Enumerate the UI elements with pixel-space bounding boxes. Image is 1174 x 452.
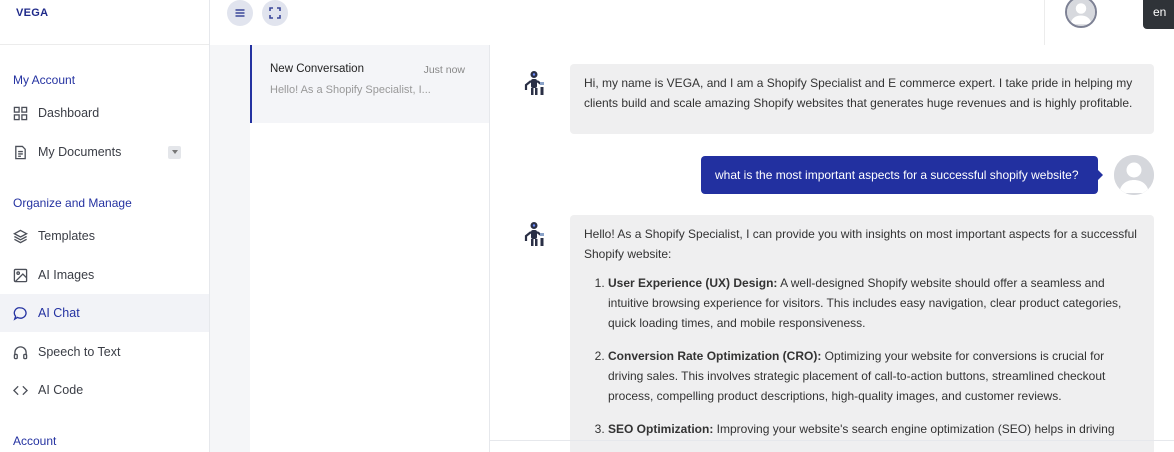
section-title-my-account: My Account [13,73,76,87]
sidebar-item-label: Dashboard [38,106,100,120]
list-item: SEO Optimization: Improving your website… [608,419,1140,439]
sidebar-item-ai-code[interactable]: AI Code [0,371,209,409]
points-list: User Experience (UX) Design: A well-desi… [584,273,1140,439]
sidebar-item-label: My Documents [38,145,122,159]
top-bar: en [210,0,1174,45]
sidebar-item-label: Templates [38,229,95,243]
chat-bubble-icon [12,305,28,321]
chevron-down-icon[interactable] [168,145,181,159]
bot-message: Hi, my name is VEGA, and I am a Shopify … [570,64,1154,134]
image-icon [12,267,28,283]
chat-area: Hi, my name is VEGA, and I am a Shopify … [490,45,1174,452]
sidebar-item-ai-images[interactable]: AI Images [0,256,209,294]
expand-icon [269,7,281,19]
sidebar-item-label: AI Code [38,383,84,397]
user-avatar-top[interactable] [1065,0,1097,28]
sidebar-item-ai-chat[interactable]: AI Chat [0,294,209,332]
conversation-title: New Conversation [270,63,364,75]
bubble-tail [1098,170,1103,180]
list-item: User Experience (UX) Design: A well-desi… [608,273,1140,333]
conversation-time: Just now [423,64,465,76]
composer-divider [490,440,1174,441]
layers-icon [12,228,28,244]
point-title: Conversion Rate Optimization (CRO): [608,349,822,363]
fullscreen-button[interactable] [262,0,288,26]
section-title-account: Account [13,434,57,448]
user-avatar [1114,155,1154,195]
sidebar-item-label: Speech to Text [38,345,121,359]
robot-avatar-icon [524,71,544,95]
conversation-item[interactable]: New Conversation Just now Hello! As a Sh… [250,45,489,123]
sidebar: VEGA My Account Dashboard My Documents O… [0,0,210,452]
language-selector[interactable]: en [1143,0,1174,29]
sidebar-item-dashboard[interactable]: Dashboard [0,94,209,132]
user-icon [1067,0,1095,26]
hamburger-icon [235,9,245,17]
user-message: what is the most important aspects for a… [701,156,1098,194]
brand-logo[interactable]: VEGA [0,0,209,45]
headphones-icon [12,344,28,360]
robot-avatar-icon [524,222,544,246]
section-title-organize: Organize and Manage [13,196,132,210]
conversation-preview: Hello! As a Shopify Specialist, I... [270,84,431,96]
code-icon [12,382,28,398]
sidebar-item-my-documents[interactable]: My Documents [0,133,209,171]
user-icon [1114,155,1154,195]
sidebar-item-label: AI Chat [38,306,80,320]
point-title: User Experience (UX) Design: [608,276,778,290]
sidebar-item-speech-to-text[interactable]: Speech to Text [0,333,209,371]
list-item: Conversion Rate Optimization (CRO): Opti… [608,346,1140,406]
sidebar-item-label: AI Images [38,268,95,282]
dashboard-icon [12,105,28,121]
bot-reply-intro: Hello! As a Shopify Specialist, I can pr… [584,227,1137,261]
menu-toggle-button[interactable] [227,0,253,26]
point-text: Improving your website's search engine o… [713,422,1115,436]
sidebar-item-templates[interactable]: Templates [0,217,209,255]
bot-reply: Hello! As a Shopify Specialist, I can pr… [570,215,1154,452]
point-title: SEO Optimization: [608,422,714,436]
divider [1044,0,1045,45]
conversation-list: New Conversation Just now Hello! As a Sh… [250,45,490,452]
document-icon [12,144,28,160]
